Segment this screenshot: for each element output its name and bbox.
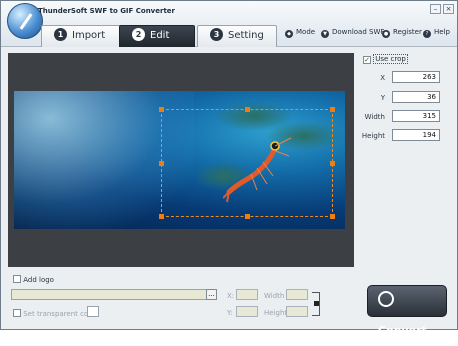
convert-icon: [378, 291, 394, 307]
window-title: ThunderSoft SWF to GIF Converter: [38, 7, 175, 15]
tab-import[interactable]: 1 Import: [41, 25, 121, 47]
register-label: Register: [393, 28, 422, 36]
checkbox-box: [13, 275, 21, 283]
logo-width-label: Width: [264, 292, 285, 300]
logo-height-field[interactable]: [286, 306, 308, 317]
color-swatch[interactable]: [87, 306, 99, 317]
crop-handle[interactable]: [159, 161, 164, 166]
register-link[interactable]: ● Register: [382, 28, 422, 38]
tab-number-1: 1: [54, 28, 67, 41]
tab-label: Setting: [228, 30, 264, 41]
tab-number-3: 3: [210, 28, 223, 41]
logo-x-field[interactable]: [236, 289, 258, 300]
register-icon: ●: [382, 30, 390, 38]
convert-button[interactable]: Convert: [367, 285, 447, 337]
help-link[interactable]: ? Help: [423, 28, 450, 38]
crop-handle[interactable]: [330, 107, 335, 112]
aspect-lock-icon[interactable]: [312, 292, 320, 316]
mode-icon: ◆: [285, 30, 293, 38]
add-logo-label: Add logo: [23, 276, 54, 284]
logo-x-label: X:: [227, 292, 235, 300]
y-label: Y: [380, 94, 385, 102]
close-icon[interactable]: ×: [443, 4, 454, 14]
transparent-color-checkbox[interactable]: Set transparent color: [13, 309, 97, 318]
tab-label: Edit: [150, 30, 170, 41]
crop-handle[interactable]: [330, 214, 335, 219]
download-swf-link[interactable]: ▼ Download SWF: [321, 28, 384, 38]
logo-path-input[interactable]: [11, 289, 217, 300]
mode-link[interactable]: ◆ Mode: [285, 28, 315, 38]
crop-handle[interactable]: [245, 107, 250, 112]
help-label: Help: [434, 28, 450, 36]
tab-edit[interactable]: 2 Edit: [119, 25, 195, 47]
convert-label: Convert: [378, 324, 427, 337]
crop-rectangle[interactable]: [159, 107, 335, 219]
width-label: Width: [364, 113, 385, 121]
use-crop-checkbox[interactable]: ✓ Use crop: [363, 54, 408, 64]
browse-button[interactable]: ...: [206, 289, 217, 300]
download-icon: ▼: [321, 30, 329, 38]
checkbox-check-icon: ✓: [363, 56, 371, 64]
logo-height-label: Height: [264, 309, 288, 317]
tab-number-2: 2: [132, 28, 145, 41]
add-logo-checkbox[interactable]: Add logo: [13, 275, 54, 284]
crop-width-field[interactable]: 315: [392, 110, 440, 122]
app-window: ThunderSoft SWF to GIF Converter – × 1 Im…: [0, 0, 458, 337]
crop-handle[interactable]: [159, 214, 164, 219]
minimize-icon[interactable]: –: [430, 4, 441, 14]
tab-label: Import: [72, 30, 106, 41]
crop-y-field[interactable]: 36: [392, 91, 440, 103]
use-crop-label: Use crop: [373, 54, 408, 64]
download-label: Download SWF: [332, 28, 385, 36]
title-bar: ThunderSoft SWF to GIF Converter – × 1 Im…: [1, 1, 457, 47]
x-label: X: [380, 74, 385, 82]
mode-label: Mode: [296, 28, 316, 36]
logo-width-field[interactable]: [286, 289, 308, 300]
help-icon: ?: [423, 30, 431, 38]
tab-setting[interactable]: 3 Setting: [197, 25, 277, 47]
crop-handle[interactable]: [159, 107, 164, 112]
logo-y-field[interactable]: [236, 306, 258, 317]
crop-handle[interactable]: [330, 161, 335, 166]
height-label: Height: [361, 132, 385, 140]
crop-height-field[interactable]: 194: [392, 129, 440, 141]
logo-y-label: Y:: [227, 309, 233, 317]
crop-handle[interactable]: [245, 214, 250, 219]
checkbox-box: [13, 309, 21, 317]
crop-x-field[interactable]: 263: [392, 71, 440, 83]
